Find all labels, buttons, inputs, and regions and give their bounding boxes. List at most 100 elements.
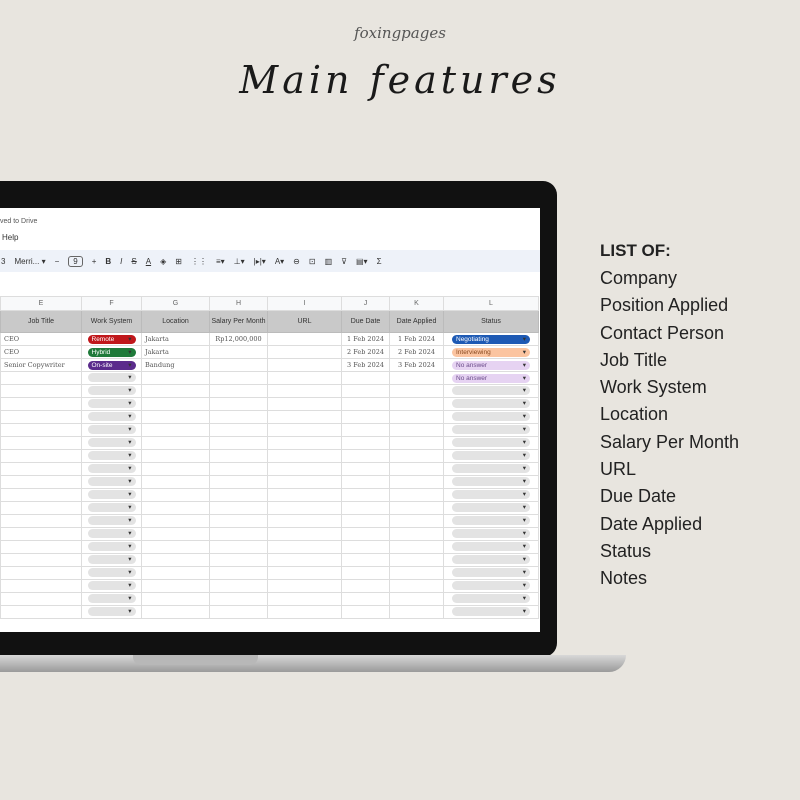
salary-cell[interactable] bbox=[209, 371, 268, 385]
font-size-input[interactable]: 9 bbox=[68, 255, 83, 267]
work-system-cell[interactable] bbox=[81, 371, 142, 385]
location-cell[interactable]: Bandung bbox=[141, 358, 210, 372]
decrease-font-icon[interactable]: − bbox=[55, 257, 60, 266]
salary-cell[interactable] bbox=[209, 358, 268, 372]
cell[interactable] bbox=[209, 553, 268, 567]
work-system-dropdown[interactable] bbox=[87, 541, 136, 551]
status-dropdown[interactable] bbox=[452, 463, 530, 473]
date-applied-cell[interactable]: 1 Feb 2024 bbox=[389, 332, 444, 346]
cell[interactable] bbox=[141, 436, 210, 450]
cell[interactable] bbox=[341, 527, 390, 541]
column-letter[interactable]: G bbox=[141, 296, 210, 311]
salary-cell[interactable]: Rp12,000,000 bbox=[209, 332, 268, 346]
date-applied-cell[interactable]: 2 Feb 2024 bbox=[389, 345, 444, 359]
work-system-cell[interactable] bbox=[81, 410, 142, 424]
cell[interactable] bbox=[389, 384, 444, 398]
status-dropdown[interactable] bbox=[452, 593, 530, 603]
cell[interactable] bbox=[341, 449, 390, 463]
cell[interactable] bbox=[389, 449, 444, 463]
cell[interactable] bbox=[141, 566, 210, 580]
status-dropdown[interactable] bbox=[452, 528, 530, 538]
location-cell[interactable] bbox=[141, 371, 210, 385]
status-cell[interactable] bbox=[443, 462, 539, 476]
status-dropdown[interactable]: No answer bbox=[452, 373, 530, 383]
status-cell[interactable] bbox=[443, 501, 539, 515]
job-title-cell[interactable]: Senior Copywriter bbox=[0, 358, 82, 372]
work-system-cell[interactable] bbox=[81, 462, 142, 476]
cell[interactable] bbox=[267, 605, 342, 619]
work-system-cell[interactable] bbox=[81, 540, 142, 554]
cell[interactable] bbox=[0, 436, 82, 450]
cell[interactable] bbox=[267, 592, 342, 606]
cell[interactable] bbox=[341, 462, 390, 476]
comment-icon[interactable]: ⊡ bbox=[309, 257, 316, 266]
status-cell[interactable] bbox=[443, 540, 539, 554]
cell[interactable] bbox=[141, 423, 210, 437]
column-letter[interactable]: H bbox=[209, 296, 268, 311]
cell[interactable] bbox=[209, 514, 268, 528]
date-applied-cell[interactable]: 3 Feb 2024 bbox=[389, 358, 444, 372]
job-title-cell[interactable] bbox=[0, 371, 82, 385]
cell[interactable] bbox=[341, 475, 390, 489]
cell[interactable] bbox=[0, 397, 82, 411]
cell[interactable] bbox=[141, 514, 210, 528]
work-system-dropdown[interactable] bbox=[87, 502, 136, 512]
cell[interactable] bbox=[209, 475, 268, 489]
work-system-cell[interactable] bbox=[81, 384, 142, 398]
status-dropdown[interactable] bbox=[452, 567, 530, 577]
cell[interactable] bbox=[267, 553, 342, 567]
work-system-dropdown[interactable] bbox=[87, 437, 136, 447]
job-title-cell[interactable]: CEO bbox=[0, 332, 82, 346]
column-letter[interactable]: F bbox=[81, 296, 142, 311]
status-cell[interactable] bbox=[443, 605, 539, 619]
work-system-cell[interactable] bbox=[81, 397, 142, 411]
status-dropdown[interactable] bbox=[452, 437, 530, 447]
cell[interactable] bbox=[209, 592, 268, 606]
cell[interactable] bbox=[389, 527, 444, 541]
italic-icon[interactable]: I bbox=[120, 257, 122, 266]
cell[interactable] bbox=[0, 501, 82, 515]
cell[interactable] bbox=[141, 397, 210, 411]
cell[interactable] bbox=[141, 527, 210, 541]
chart-icon[interactable]: ▥ bbox=[325, 257, 333, 266]
cell[interactable] bbox=[341, 579, 390, 593]
cell[interactable] bbox=[341, 605, 390, 619]
location-cell[interactable]: Jakarta bbox=[141, 332, 210, 346]
merge-icon[interactable]: ⋮⋮ bbox=[191, 257, 207, 266]
cell[interactable] bbox=[267, 436, 342, 450]
cell[interactable] bbox=[267, 384, 342, 398]
work-system-cell[interactable] bbox=[81, 449, 142, 463]
work-system-cell[interactable] bbox=[81, 527, 142, 541]
due-date-cell[interactable] bbox=[341, 371, 390, 385]
cell[interactable] bbox=[141, 553, 210, 567]
cell[interactable] bbox=[209, 410, 268, 424]
work-system-dropdown[interactable]: Remote bbox=[87, 334, 136, 344]
work-system-dropdown[interactable] bbox=[87, 476, 136, 486]
work-system-dropdown[interactable] bbox=[87, 606, 136, 616]
due-date-cell[interactable]: 1 Feb 2024 bbox=[341, 332, 390, 346]
status-dropdown[interactable]: No answer bbox=[452, 360, 530, 370]
cell[interactable] bbox=[341, 423, 390, 437]
status-cell[interactable]: Interviewing bbox=[443, 345, 539, 359]
cell[interactable] bbox=[141, 592, 210, 606]
cell[interactable] bbox=[141, 540, 210, 554]
cell[interactable] bbox=[389, 592, 444, 606]
cell[interactable] bbox=[141, 579, 210, 593]
status-dropdown[interactable] bbox=[452, 411, 530, 421]
cell[interactable] bbox=[389, 605, 444, 619]
status-cell[interactable]: Negotiating bbox=[443, 332, 539, 346]
cell[interactable] bbox=[341, 501, 390, 515]
work-system-dropdown[interactable] bbox=[87, 463, 136, 473]
work-system-cell[interactable] bbox=[81, 553, 142, 567]
cell[interactable] bbox=[141, 501, 210, 515]
cell[interactable] bbox=[0, 410, 82, 424]
cell[interactable] bbox=[341, 540, 390, 554]
url-cell[interactable] bbox=[267, 345, 342, 359]
cell[interactable] bbox=[267, 501, 342, 515]
link-icon[interactable]: ⊖ bbox=[293, 257, 300, 266]
cell[interactable] bbox=[0, 488, 82, 502]
status-cell[interactable] bbox=[443, 527, 539, 541]
due-date-cell[interactable]: 2 Feb 2024 bbox=[341, 345, 390, 359]
cell[interactable] bbox=[341, 397, 390, 411]
work-system-cell[interactable] bbox=[81, 423, 142, 437]
